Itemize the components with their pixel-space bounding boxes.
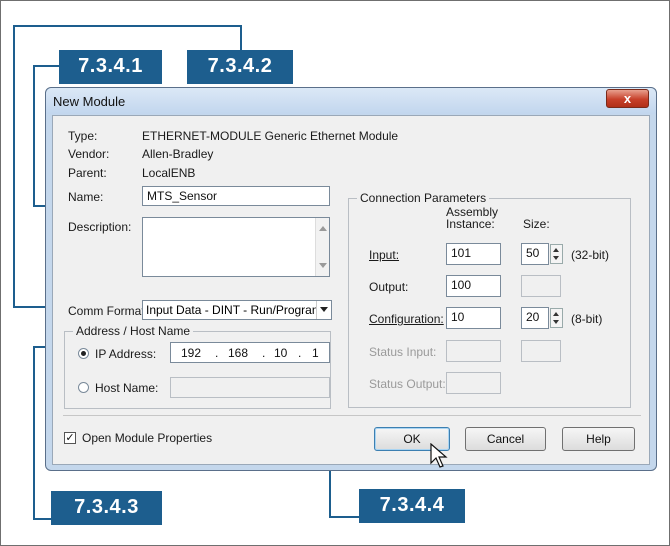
ip-dot-1: . <box>215 346 219 360</box>
cancel-button[interactable]: Cancel <box>465 427 546 451</box>
status-output-label: Status Output: <box>369 377 446 391</box>
close-button[interactable]: x <box>606 89 649 108</box>
description-scrollbar[interactable] <box>315 218 329 276</box>
input-size-field[interactable]: 50 <box>521 243 549 265</box>
open-module-properties-label: Open Module Properties <box>82 431 213 445</box>
input-size-stepper[interactable] <box>550 244 563 264</box>
mouse-cursor-icon <box>430 443 448 468</box>
description-input[interactable] <box>142 217 330 277</box>
status-input-instance-field <box>446 340 501 362</box>
connection-parameters-group: Connection Parameters Assembly Instance:… <box>348 191 631 408</box>
configuration-instance-field[interactable]: 10 <box>446 307 501 329</box>
configuration-size-stepper[interactable] <box>550 308 563 328</box>
ip-octet-3: 10 <box>274 346 288 360</box>
output-instance-field[interactable]: 100 <box>446 275 501 297</box>
instance-header: Instance: <box>446 217 495 231</box>
host-name-radio[interactable] <box>78 382 89 393</box>
host-name-label: Host Name: <box>95 381 159 395</box>
ip-dot-3: . <box>298 346 302 360</box>
close-icon: x <box>623 91 632 106</box>
comm-format-select[interactable]: Input Data - DINT - Run/Program <box>142 300 332 320</box>
type-value: ETHERNET-MODULE Generic Ethernet Module <box>142 129 399 143</box>
name-label: Name: <box>68 190 104 204</box>
dialog-separator <box>63 415 641 416</box>
ip-address-input[interactable]: 192 . 168 . 10 . 1 <box>170 342 330 363</box>
description-label: Description: <box>68 220 132 234</box>
callout-line-2-right <box>240 25 242 52</box>
ip-octet-2: 168 <box>228 346 249 360</box>
ip-address-label: IP Address: <box>95 347 157 361</box>
status-input-label: Status Input: <box>369 345 437 359</box>
callout-7-3-4-1: 7.3.4.1 <box>59 50 162 84</box>
dialog-titlebar[interactable]: New Module x <box>46 88 656 114</box>
callout-line-3-left <box>33 346 35 520</box>
callout-line-1-left <box>33 65 35 206</box>
callout-line-4-bottom <box>329 516 359 518</box>
callout-line-2-top <box>13 25 242 27</box>
callout-7-3-4-4: 7.3.4.4 <box>359 489 465 523</box>
configuration-label: Configuration: <box>369 312 444 326</box>
help-button[interactable]: Help <box>562 427 635 451</box>
scroll-up-icon[interactable] <box>319 226 327 231</box>
comm-format-value: Input Data - DINT - Run/Program <box>146 303 322 317</box>
type-label: Type: <box>68 129 98 143</box>
vendor-label: Vendor: <box>68 147 110 161</box>
callout-7-3-4-2: 7.3.4.2 <box>187 50 293 84</box>
status-output-instance-field <box>446 372 501 394</box>
parent-value: LocalENB <box>142 166 196 180</box>
spin-down-icon[interactable] <box>553 320 559 324</box>
address-host-group: Address / Host Name IP Address: 192 . 16… <box>64 324 331 409</box>
callout-line-3-bottom <box>33 518 51 520</box>
name-input[interactable]: MTS_Sensor <box>142 186 330 206</box>
spin-up-icon[interactable] <box>553 312 559 316</box>
dialog-title: New Module <box>53 94 126 109</box>
scroll-down-icon[interactable] <box>319 263 327 268</box>
status-input-size-field <box>521 340 561 362</box>
vendor-value: Allen-Bradley <box>142 147 214 161</box>
spin-down-icon[interactable] <box>553 256 559 260</box>
comm-format-label: Comm Format: <box>68 304 149 318</box>
parent-label: Parent: <box>68 166 107 180</box>
ip-octet-1: 192 <box>181 346 202 360</box>
configuration-unit: (8-bit) <box>571 312 603 326</box>
connection-group-title: Connection Parameters <box>357 191 490 205</box>
new-module-dialog: New Module x Type: ETHERNET-MODULE Gener… <box>45 87 657 471</box>
output-label: Output: <box>369 280 409 294</box>
input-unit: (32-bit) <box>571 248 610 262</box>
spin-up-icon[interactable] <box>553 248 559 252</box>
chevron-down-icon[interactable] <box>316 301 331 319</box>
callout-line-1-top <box>33 65 59 67</box>
configuration-size-field[interactable]: 20 <box>521 307 549 329</box>
open-module-properties-checkbox[interactable]: ✓ <box>64 432 76 444</box>
input-instance-field[interactable]: 101 <box>446 243 501 265</box>
ip-address-radio[interactable] <box>78 348 89 359</box>
ip-dot-2: . <box>262 346 266 360</box>
address-group-title: Address / Host Name <box>73 324 194 338</box>
input-label: Input: <box>369 248 400 262</box>
callout-line-2-left <box>13 25 15 308</box>
host-name-input[interactable] <box>170 377 330 398</box>
output-size-field <box>521 275 561 297</box>
ip-octet-4: 1 <box>312 346 319 360</box>
callout-7-3-4-3: 7.3.4.3 <box>51 491 162 525</box>
dialog-client-area: Type: ETHERNET-MODULE Generic Ethernet M… <box>52 115 650 465</box>
size-header: Size: <box>523 217 550 231</box>
